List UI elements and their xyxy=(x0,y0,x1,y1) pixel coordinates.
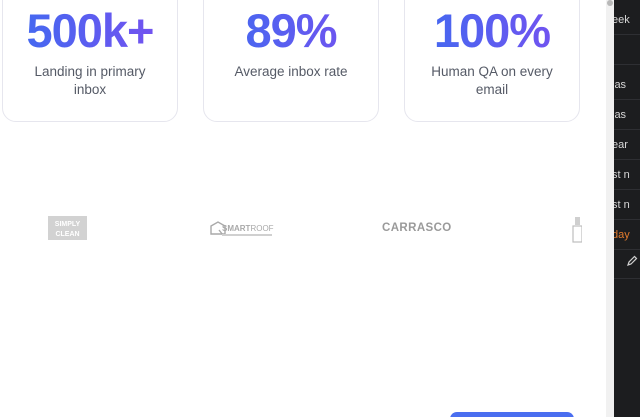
svg-text:SMARTROOF: SMARTROOF xyxy=(222,224,274,233)
carrasco-logo: CARRASCO xyxy=(382,222,452,234)
side-panel-item[interactable]: ear xyxy=(614,130,640,160)
side-panel-item[interactable] xyxy=(614,35,640,65)
stat-card-inbox-rate: 89% Average inbox rate xyxy=(203,0,379,122)
side-panel-item[interactable]: st n xyxy=(614,190,640,220)
page-scrollbar[interactable] xyxy=(606,0,614,417)
stat-value: 500k+ xyxy=(3,3,177,59)
pencil-icon[interactable] xyxy=(626,255,638,271)
scrollbar-thumb[interactable] xyxy=(607,0,613,6)
side-panel-item[interactable]: eek xyxy=(614,5,640,35)
stat-label: Landing in primary inbox xyxy=(34,64,146,97)
stat-label: Human QA on every email xyxy=(431,64,553,97)
partial-logo xyxy=(572,212,583,244)
smartroof-logo: SMARTROOF xyxy=(208,212,278,244)
cta-button[interactable] xyxy=(450,412,574,417)
simply-clean-logo: SIMPLY CLEAN xyxy=(48,212,88,244)
side-panel: eek las las ear st n st n day xyxy=(614,0,640,417)
side-panel-tool[interactable] xyxy=(614,245,640,279)
side-panel-item[interactable]: las xyxy=(614,100,640,130)
svg-text:SIMPLY: SIMPLY xyxy=(55,221,81,228)
svg-text:CLEAN: CLEAN xyxy=(55,231,79,238)
stat-value: 100% xyxy=(405,3,579,59)
side-panel-item[interactable]: st n xyxy=(614,160,640,190)
stat-card-human-qa: 100% Human QA on every email xyxy=(404,0,580,122)
stat-label: Average inbox rate xyxy=(234,64,348,79)
stat-value: 89% xyxy=(204,3,378,59)
landing-page: 500k+ Landing in primary inbox 89% Avera… xyxy=(0,0,606,417)
side-panel-item[interactable]: las xyxy=(614,70,640,100)
stat-card-primary-inbox: 500k+ Landing in primary inbox xyxy=(2,0,178,122)
